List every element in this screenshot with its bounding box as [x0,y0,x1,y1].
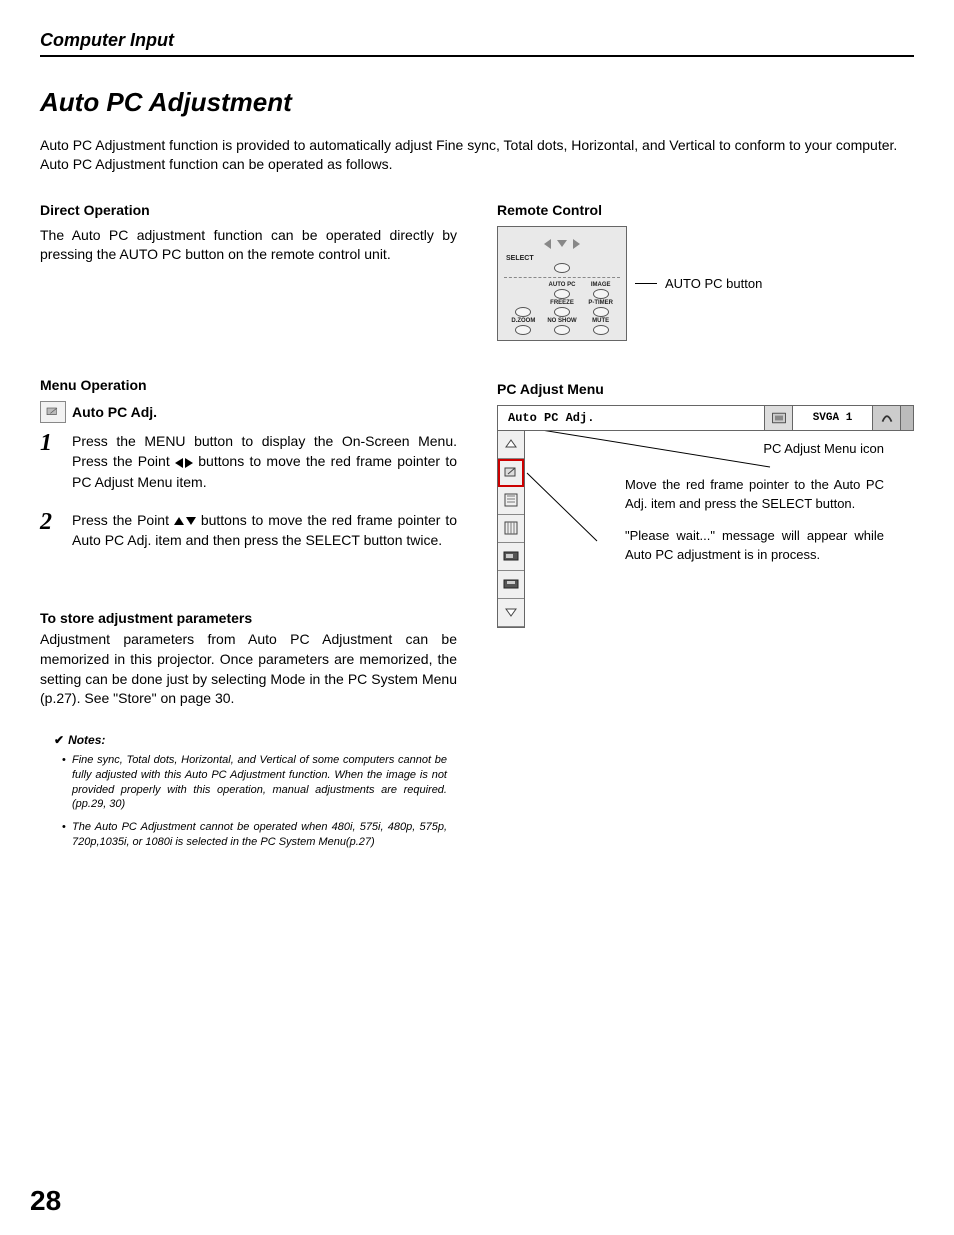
autopc-adj-icon [40,401,66,423]
callout-line [635,283,657,284]
header-rule [40,55,914,57]
menu-autopc-item [498,459,524,487]
section-header: Computer Input [40,30,914,51]
menu-nav-icon [873,406,901,430]
menu-system-icon [765,406,793,430]
menu-note-wait: "Please wait..." message will appear whi… [565,527,914,579]
notes-heading: Notes: [54,733,457,747]
dpad-left-icon [544,239,551,249]
remote-image-label: IMAGE [581,282,620,288]
step-1: 1 Press the MENU button to display the O… [40,431,457,492]
pc-adjust-icon-callout: PC Adjust Menu icon [565,441,914,456]
menu-title: Auto PC Adj. [498,406,765,430]
remote-ptimer-label: P-TIMER [581,300,620,306]
step-1-number: 1 [40,431,60,492]
dpad-down-icon [557,240,567,247]
direct-operation-body: The Auto PC adjustment function can be o… [40,226,457,265]
page-number: 28 [30,1185,61,1217]
menu-titlebar: Auto PC Adj. SVGA 1 [497,405,914,431]
remote-autopc-label: AUTO PC [543,282,582,288]
remote-mute-label: MUTE [581,318,620,324]
menu-up-arrow [498,431,524,459]
menu-operation-heading: Menu Operation [40,377,457,393]
remote-dzoom-button [515,307,531,317]
pc-adjust-menu-illustration: Auto PC Adj. SVGA 1 [497,405,914,665]
point-up-icon [174,517,184,525]
autopc-adj-label: Auto PC Adj. [72,404,157,420]
menu-horizontal-item [498,543,524,571]
menu-down-arrow [498,599,524,627]
point-left-icon [175,458,183,468]
intro-paragraph: Auto PC Adjustment function is provided … [40,136,914,174]
menu-vertical-item [498,571,524,599]
menu-sidebar [497,431,525,628]
menu-finesync-item [498,487,524,515]
step-2-number: 2 [40,510,60,551]
menu-totaldots-item [498,515,524,543]
remote-illustration: SELECT . D.ZOOM AUTO PC FREEZE [497,226,627,341]
point-down-icon [186,517,196,525]
store-body: Adjustment parameters from Auto PC Adjus… [40,630,457,708]
right-column: Remote Control SELECT . D.ZOOM [497,202,914,858]
remote-select-button [554,263,570,273]
autopc-button-callout: AUTO PC button [665,276,762,291]
note-2: The Auto PC Adjustment cannot be operate… [72,820,447,850]
page-title: Auto PC Adjustment [40,87,914,118]
dpad-right-icon [573,239,580,249]
step-1-text: Press the MENU button to display the On-… [72,431,457,492]
left-column: Direct Operation The Auto PC adjustment … [40,202,457,858]
step-2: 2 Press the Point buttons to move the re… [40,510,457,551]
point-right-icon [185,458,193,468]
remote-dzoom-label: D.ZOOM [504,318,543,324]
menu-note-move: Move the red frame pointer to the Auto P… [565,476,914,528]
remote-freeze-label: FREEZE [543,300,582,306]
store-heading: To store adjustment parameters [40,610,457,626]
direct-operation-heading: Direct Operation [40,202,457,218]
remote-select-label: SELECT [504,255,620,262]
pc-adjust-menu-heading: PC Adjust Menu [497,381,914,397]
menu-mode-label: SVGA 1 [793,406,873,430]
note-1: Fine sync, Total dots, Horizontal, and V… [72,753,447,812]
remote-control-heading: Remote Control [497,202,914,218]
remote-noshow-label: NO SHOW [543,318,582,324]
remote-autopc-button [554,289,570,299]
step-2-text: Press the Point buttons to move the red … [72,510,457,551]
